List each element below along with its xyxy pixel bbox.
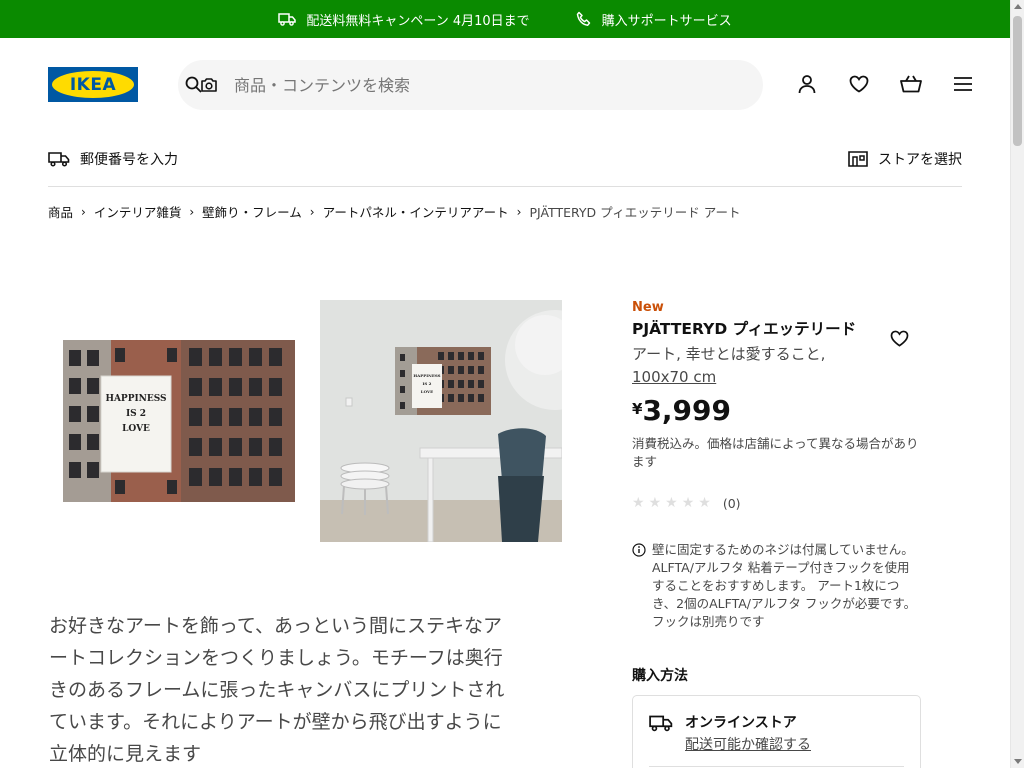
artwork-line: LOVE — [122, 424, 150, 434]
price: ¥ 3,999 — [632, 394, 922, 427]
scroll-down-arrow[interactable] — [1014, 759, 1022, 764]
purchase-options-title: 購入方法 — [632, 668, 688, 684]
search-bar — [178, 60, 763, 110]
camera-icon[interactable] — [200, 76, 218, 94]
rating[interactable]: ★ ★ ★ ★ ★ (0) — [632, 495, 922, 511]
star-icon: ★ — [698, 495, 711, 511]
product-type: アート, 幸せとは愛すること, — [632, 345, 826, 363]
star-icon: ★ — [681, 495, 695, 511]
phone-icon — [576, 11, 590, 26]
star-icon: ★ — [648, 495, 662, 511]
artwork-line: HAPPINESS — [413, 373, 441, 378]
menu-icon — [954, 77, 972, 91]
truck-icon — [649, 715, 673, 732]
check-delivery-link[interactable]: 配送可能か確認する — [685, 734, 811, 754]
divider — [649, 766, 904, 767]
breadcrumb-item[interactable]: アートパネル・インテリアアート — [323, 202, 509, 221]
page-scrollbar[interactable] — [1010, 0, 1024, 768]
product-image-room[interactable]: HAPPINESS IS 2 LOVE — [320, 300, 562, 542]
ikea-logo[interactable]: IKEA — [48, 67, 138, 102]
artwork-line: IS 2 — [422, 381, 432, 386]
favorites-button[interactable] — [847, 72, 871, 96]
store-icon — [848, 151, 868, 167]
add-to-favorites-button[interactable] — [890, 330, 909, 351]
truck-icon — [278, 13, 297, 26]
online-store-label: オンラインストア — [685, 715, 797, 731]
store-select-button[interactable]: ストアを選択 — [848, 149, 962, 169]
location-bar: 郵便番号を入力 ストアを選択 — [48, 132, 962, 187]
logo-text: IKEA — [69, 74, 117, 95]
user-icon — [798, 75, 816, 94]
menu-button[interactable] — [951, 72, 975, 96]
product-info-panel: New PJÄTTERYD プィエッテリード アート, 幸せとは愛すること, 1… — [632, 300, 922, 768]
artwork-line: HAPPINESS — [105, 394, 167, 404]
store-select-label: ストアを選択 — [878, 152, 962, 168]
heart-icon — [849, 75, 869, 93]
online-store-option[interactable]: オンラインストア 配送可能か確認する — [632, 695, 921, 768]
mounting-notice-text: 壁に固定するためのネジは付属していません。ALFTA/アルフタ 粘着テープ付きフ… — [652, 542, 917, 629]
scroll-up-arrow[interactable] — [1014, 4, 1022, 9]
shipping-campaign-text: 配送料無料キャンペーン 4月10日まで — [306, 13, 530, 29]
breadcrumb: 商品 › インテリア雑貨 › 壁飾り・フレーム › アートパネル・インテリアアー… — [48, 202, 740, 221]
breadcrumb-current: PJÄTTERYD プィエッテリード アート — [529, 205, 741, 220]
heart-icon — [890, 330, 909, 347]
product-description: お好きなアートを飾って、あっという間にステキなアートコレクションをつくりましょう… — [49, 615, 505, 765]
top-promo-bar: 配送料無料キャンペーン 4月10日まで 購入サポートサービス — [0, 0, 1010, 38]
artwork-line: IS 2 — [125, 409, 147, 419]
shipping-campaign-link[interactable]: 配送料無料キャンペーン 4月10日まで — [278, 10, 530, 29]
artwork-line: LOVE — [420, 389, 434, 394]
chevron-right-icon: › — [516, 204, 522, 219]
account-button[interactable] — [795, 72, 819, 96]
star-icon: ★ — [665, 495, 678, 511]
site-header: IKEA — [0, 38, 1010, 132]
rating-count: (0) — [722, 495, 741, 511]
truck-icon — [48, 152, 70, 167]
search-input[interactable] — [234, 75, 714, 95]
breadcrumb-item[interactable]: 商品 — [48, 202, 73, 221]
postal-code-button[interactable]: 郵便番号を入力 — [48, 149, 178, 169]
breadcrumb-item[interactable]: インテリア雑貨 — [94, 202, 182, 221]
product-size-link[interactable]: 100x70 cm — [632, 368, 716, 386]
support-text: 購入サポートサービス — [601, 13, 732, 29]
chevron-right-icon: › — [189, 204, 195, 219]
tax-note: 消費税込み。価格は店舗によって異なる場合があります — [632, 436, 919, 469]
star-icon: ★ — [632, 495, 645, 511]
chevron-right-icon: › — [309, 204, 315, 219]
breadcrumb-item[interactable]: 壁飾り・フレーム — [202, 202, 302, 221]
price-currency: ¥ — [632, 400, 643, 418]
info-icon — [632, 543, 646, 557]
new-badge: New — [632, 300, 664, 315]
cart-icon — [900, 75, 922, 93]
cart-button[interactable] — [899, 72, 923, 96]
chevron-right-icon: › — [81, 204, 86, 219]
price-amount: 3,999 — [642, 394, 732, 427]
mounting-notice: 壁に固定するためのネジは付属していません。ALFTA/アルフタ 粘着テープ付きフ… — [632, 541, 922, 631]
product-name: PJÄTTERYD プィエッテリード — [632, 320, 857, 338]
product-image-main[interactable]: HAPPINESS IS 2 LOVE — [63, 340, 295, 502]
postal-code-label: 郵便番号を入力 — [80, 152, 178, 168]
support-link[interactable]: 購入サポートサービス — [576, 10, 732, 29]
scroll-thumb[interactable] — [1013, 16, 1022, 146]
